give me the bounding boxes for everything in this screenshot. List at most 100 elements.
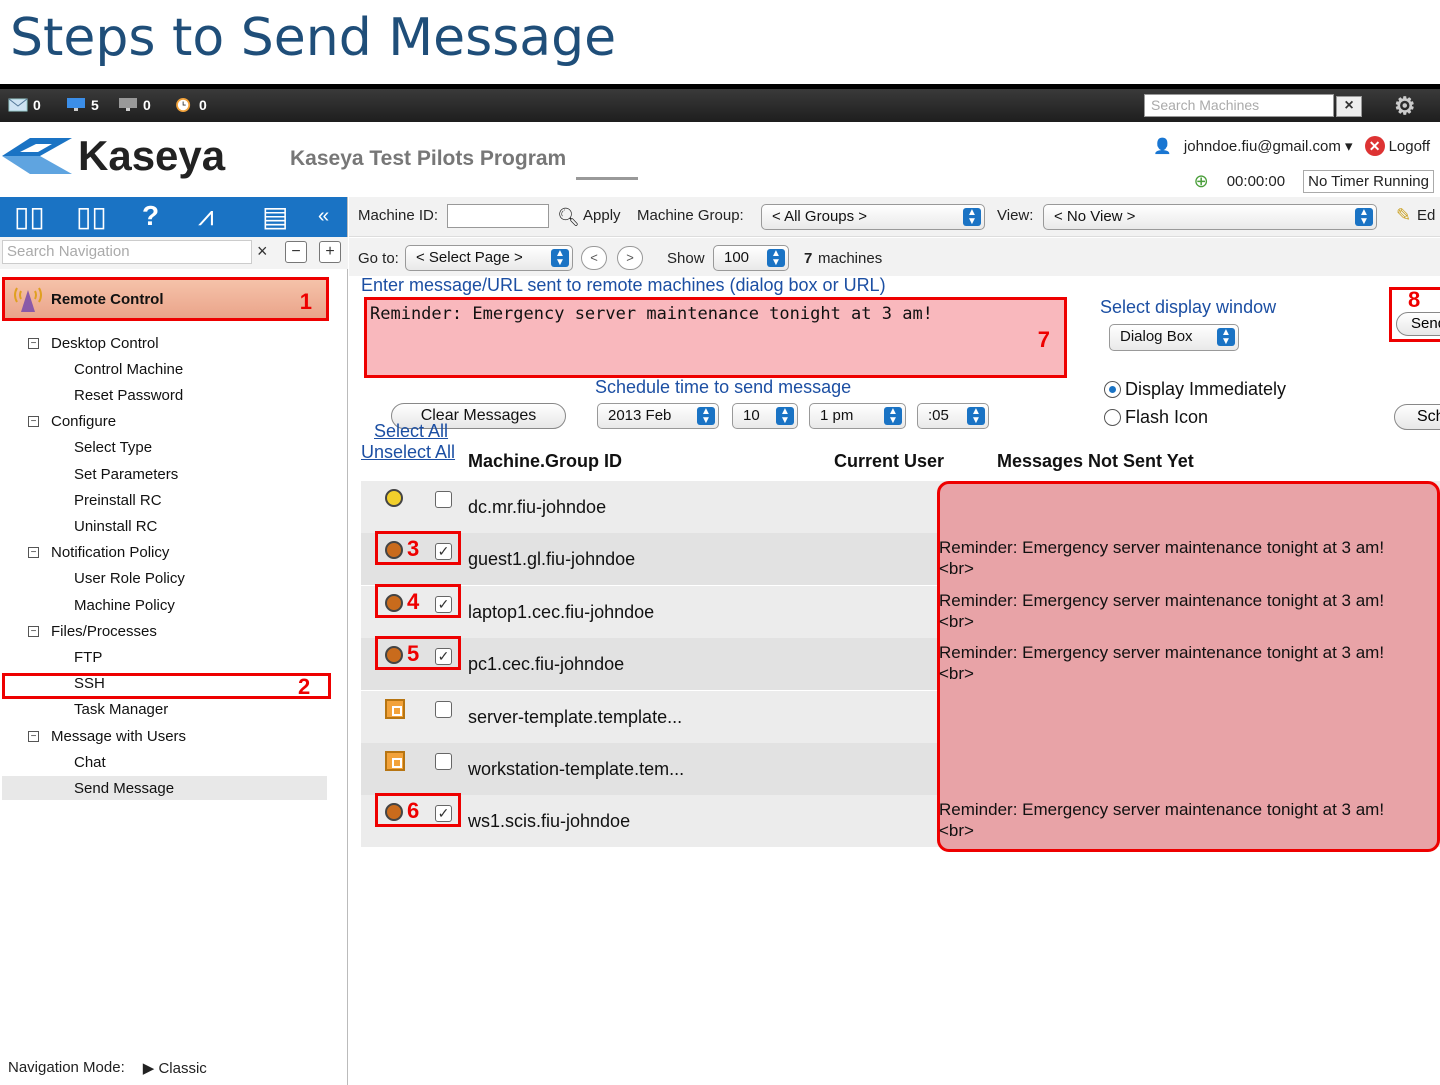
hour-value: 1 pm [820,407,854,424]
unselect-all-link[interactable]: Unselect All [361,442,455,463]
user-row: 👤 johndoe.fiu@gmail.com ▾ ✕ Logoff [1153,136,1430,156]
send-button-highlight: 8 Send [1389,287,1440,342]
nav-folder[interactable]: − Configure [28,410,116,434]
schedule-button[interactable]: Schedule [1394,404,1440,430]
collapse-icon[interactable]: − [28,625,39,637]
nav-item[interactable]: Send Message [2,776,327,801]
logoff-link[interactable]: Logoff [1389,138,1430,155]
gear-icon[interactable]: ⚙ [1394,92,1416,121]
help-icon[interactable]: ? [142,200,159,232]
expand-all-button[interactable]: + [319,241,341,263]
offline-counter[interactable]: 0 [118,97,151,113]
pending-message-br: <br> [939,611,974,631]
col-machine-group[interactable]: Machine.Group ID [468,451,622,472]
collapse-all-button[interactable]: − [285,241,307,263]
online-counter[interactable]: 5 [66,97,99,113]
chart-icon[interactable]: ⩘ [198,200,214,233]
collapse-nav-icon[interactable]: « [318,205,329,228]
row-checkbox[interactable] [435,491,452,508]
col-messages-not-sent[interactable]: Messages Not Sent Yet [997,451,1194,472]
book-add-icon[interactable]: ▯▯ [76,200,107,233]
send-button[interactable]: Send [1396,312,1440,336]
nav-search-input[interactable]: Search Navigation [2,240,252,264]
message-label: Enter message/URL sent to remote machine… [361,275,886,295]
kaseya-window: 0 5 0 0 Search Machines × ⚙ Kaseya Kasey… [0,84,1440,1085]
search-machines-input[interactable]: Search Machines [1144,94,1334,117]
machine-name[interactable]: laptop1.cec.fiu-johndoe [468,602,654,623]
collapse-icon[interactable]: − [28,416,39,428]
machine-count: 7 [804,250,813,267]
pending-message-br: <br> [939,559,974,579]
pending-message-text: Reminder: Emergency server maintenance t… [939,800,1385,820]
machine-name[interactable]: workstation-template.tem... [468,759,684,780]
nav-item[interactable]: Machine Policy [60,593,175,617]
radio-unselected[interactable] [1104,409,1121,426]
clock-icon [176,98,191,112]
book-icon[interactable]: ▯▯ [14,200,45,233]
nav-item[interactable]: Set Parameters [60,462,178,486]
filter-bar: Machine ID: 🔍︎ Apply Machine Group: < Al… [349,197,1440,237]
nav-folder[interactable]: − Desktop Control [28,331,159,355]
nav-item[interactable]: Task Manager [60,698,168,722]
edit-link[interactable]: Ed [1417,207,1435,224]
nav-item[interactable]: Select Type [60,436,152,460]
prev-page-button[interactable]: < [581,246,607,270]
machine-id-input[interactable] [447,204,549,228]
machine-name[interactable]: pc1.cec.fiu-johndoe [468,654,624,675]
module-remote-control[interactable]: Remote Control 1 [2,277,329,321]
collapse-icon[interactable]: − [28,337,39,349]
page-select[interactable]: < Select Page > ▲ ▼ [405,245,573,271]
program-name: Kaseya Test Pilots Program [290,147,567,170]
program-underline [576,177,638,180]
show-count-select[interactable]: 100 ▲ ▼ [713,245,789,271]
user-menu[interactable]: johndoe.fiu@gmail.com ▾ [1184,137,1353,155]
display-immediately-option[interactable]: Display Immediately [1104,379,1286,400]
minute-value: :05 [928,407,949,424]
nav-item[interactable]: Preinstall RC [60,488,162,512]
nav-item[interactable]: User Role Policy [60,567,185,591]
nav-folder[interactable]: − Message with Users [28,724,186,748]
flash-icon-option[interactable]: Flash Icon [1104,407,1208,428]
clipboard-icon[interactable]: ▤ [262,200,288,233]
machine-name[interactable]: ws1.scis.fiu-johndoe [468,811,630,832]
machine-name[interactable]: dc.mr.fiu-johndoe [468,497,606,518]
callout-6: 6 [407,798,420,824]
row-checkbox[interactable] [435,753,452,770]
timer-counter[interactable]: 0 [174,97,207,113]
search-icon[interactable]: 🔍︎ [557,207,580,228]
collapse-icon[interactable]: − [28,730,39,742]
nav-folder[interactable]: − Files/Processes [28,619,157,643]
collapse-icon[interactable]: − [28,547,39,559]
nav-item[interactable]: Control Machine [60,357,183,381]
day-select[interactable]: 10 ▲ ▼ [732,403,798,429]
machine-name[interactable]: guest1.gl.fiu-johndoe [468,549,635,570]
radio-selected[interactable] [1104,381,1121,398]
nav-mode-classic[interactable]: ▶ Classic [143,1059,207,1077]
nav-item[interactable]: FTP [60,645,102,669]
machine-group-select[interactable]: < All Groups > ▲ ▼ [761,204,985,230]
timer-status[interactable]: No Timer Running [1303,170,1434,193]
col-current-user[interactable]: Current User [834,451,944,472]
minute-select[interactable]: :05 ▲ ▼ [917,403,989,429]
nav-folder[interactable]: − Notification Policy [28,541,169,565]
logoff-icon[interactable]: ✕ [1364,136,1385,156]
apply-button[interactable]: Apply [583,207,621,224]
clear-search-button[interactable]: × [1336,96,1362,117]
machine-name[interactable]: server-template.template... [468,707,682,728]
monitor-online-icon [67,98,85,111]
nav-item[interactable]: Chat [60,750,106,774]
hour-select[interactable]: 1 pm ▲ ▼ [809,403,906,429]
next-page-button[interactable]: > [617,246,643,270]
date-select[interactable]: 2013 Feb ▲ ▼ [597,403,719,429]
messages-counter[interactable]: 0 [8,97,41,113]
display-window-select[interactable]: Dialog Box ▲ ▼ [1109,324,1239,351]
nav-item[interactable]: Reset Password [60,383,183,407]
pencil-icon[interactable]: ✎ [1396,205,1411,226]
timer-add-icon[interactable]: ⊕ [1194,171,1209,192]
nav-search-clear[interactable]: × [257,241,268,262]
message-textarea[interactable]: Reminder: Emergency server maintenance t… [364,297,1067,378]
row-checkbox[interactable] [435,700,452,718]
nav-item[interactable]: Uninstall RC [60,514,157,538]
select-all-link[interactable]: Select All [374,421,448,442]
view-select[interactable]: < No View > ▲ ▼ [1043,204,1377,230]
